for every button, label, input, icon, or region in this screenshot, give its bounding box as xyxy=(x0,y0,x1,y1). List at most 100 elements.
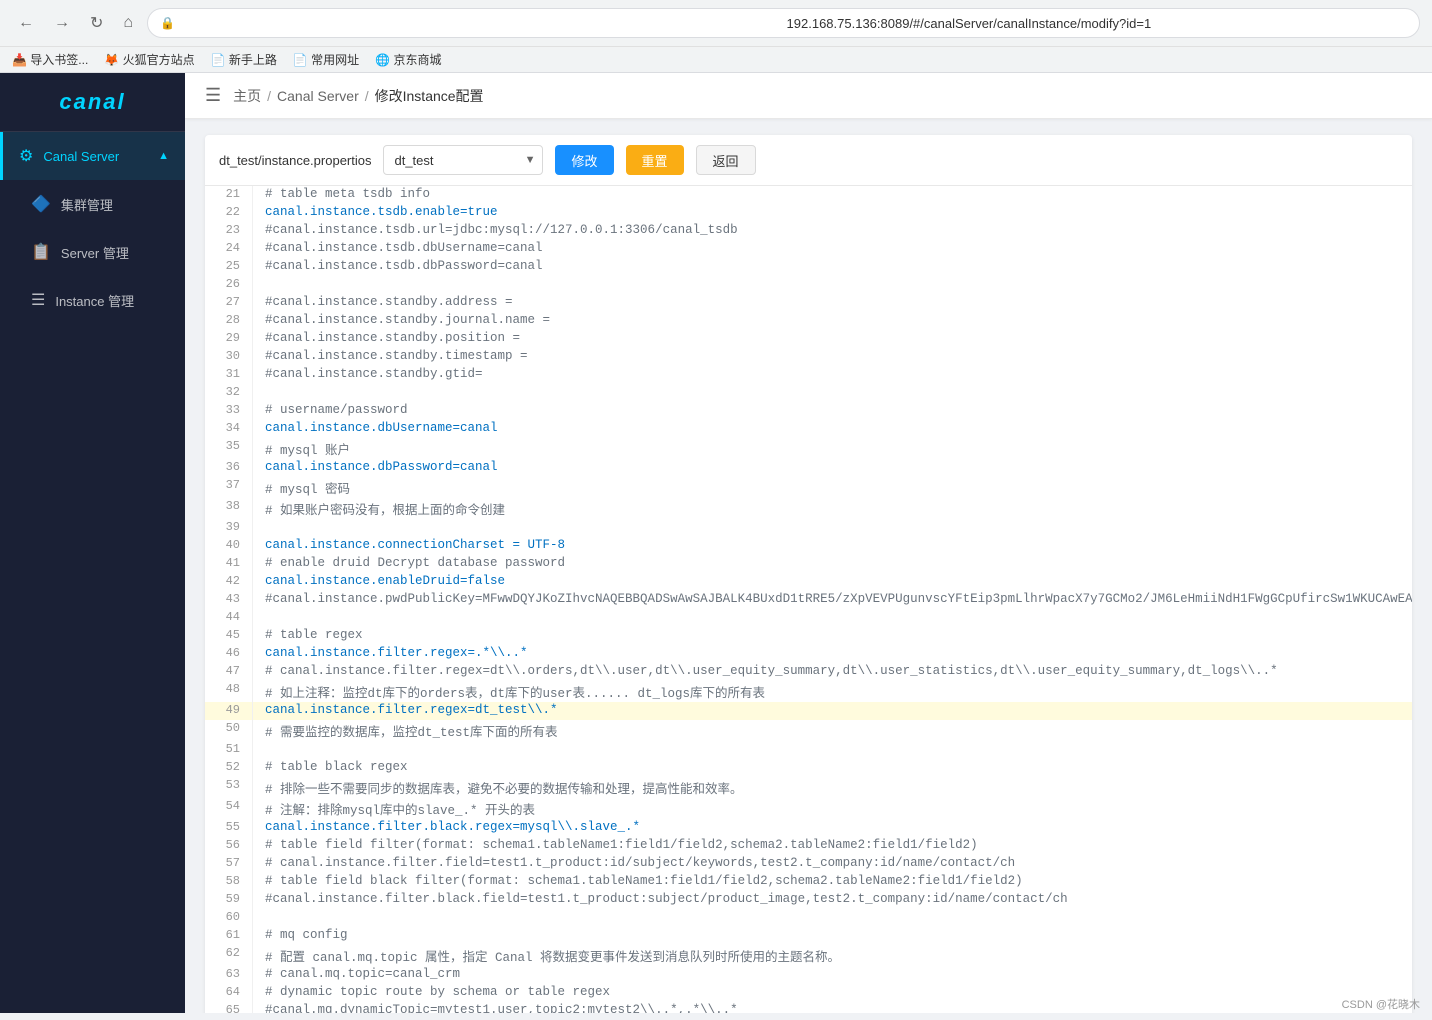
line-content: canal.instance.filter.black.regex=mysql\… xyxy=(253,819,1412,837)
home-button[interactable]: ⌂ xyxy=(117,12,139,34)
sidebar-item-instance[interactable]: ☰ Instance 管理 xyxy=(0,276,185,324)
table-row: 34canal.instance.dbUsername=canal xyxy=(205,420,1412,438)
table-row: 52# table black regex xyxy=(205,759,1412,777)
table-row: 49canal.instance.filter.regex=dt_test\\.… xyxy=(205,702,1412,720)
table-row: 40canal.instance.connectionCharset = UTF… xyxy=(205,537,1412,555)
bookmark-newuser[interactable]: 📄 新手上路 xyxy=(211,51,277,68)
line-content: #canal.instance.standby.journal.name = xyxy=(253,312,1412,330)
table-row: 45# table regex xyxy=(205,627,1412,645)
line-number: 60 xyxy=(205,909,253,927)
table-row: 54# 注解：排除mysql库中的slave_.* 开头的表 xyxy=(205,798,1412,819)
line-content: # canal.instance.filter.regex=dt\\.order… xyxy=(253,663,1412,681)
table-row: 26 xyxy=(205,276,1412,294)
line-number: 55 xyxy=(205,819,253,837)
browser-chrome: ← → ↻ ⌂ 🔒 192.168.75.136:8089/#/canalSer… xyxy=(0,0,1432,73)
line-number: 41 xyxy=(205,555,253,573)
line-content: # 排除一些不需要同步的数据库表，避免不必要的数据传输和处理，提高性能和效率。 xyxy=(253,777,1412,798)
breadcrumb-canal-server[interactable]: Canal Server xyxy=(277,88,359,104)
line-number: 53 xyxy=(205,777,253,798)
sidebar: canal ⚙ Canal Server ▲ 🔷 集群管理 📋 Server 管… xyxy=(0,73,185,1013)
server-icon: 📋 xyxy=(31,242,51,262)
sidebar-item-server[interactable]: 📋 Server 管理 xyxy=(0,228,185,276)
table-row: 44 xyxy=(205,609,1412,627)
forward-button[interactable]: → xyxy=(48,12,76,34)
line-content: # username/password xyxy=(253,402,1412,420)
select-wrapper: dt_test ▼ xyxy=(383,145,543,175)
canal-server-icon: ⚙ xyxy=(19,146,33,166)
line-content: # mysql 账户 xyxy=(253,438,1412,459)
line-number: 23 xyxy=(205,222,253,240)
instance-label: Instance 管理 xyxy=(55,291,134,310)
bookmark-import[interactable]: 📥 导入书签... xyxy=(12,51,88,68)
canal-server-arrow: ▲ xyxy=(158,150,169,162)
reset-button[interactable]: 重置 xyxy=(626,145,684,175)
instance-select[interactable]: dt_test xyxy=(383,145,543,175)
line-number: 63 xyxy=(205,966,253,984)
bookmark-jd[interactable]: 🌐 京东商城 xyxy=(375,51,441,68)
modify-button[interactable]: 修改 xyxy=(555,145,613,175)
line-content: # 如果账户密码没有，根据上面的命令创建 xyxy=(253,498,1412,519)
line-number: 30 xyxy=(205,348,253,366)
config-file-title: dt_test/instance.propertios xyxy=(219,153,371,168)
line-number: 34 xyxy=(205,420,253,438)
table-row: 25#canal.instance.tsdb.dbPassword=canal xyxy=(205,258,1412,276)
line-number: 32 xyxy=(205,384,253,402)
table-row: 35# mysql 账户 xyxy=(205,438,1412,459)
line-content: # mysql 密码 xyxy=(253,477,1412,498)
table-row: 33# username/password xyxy=(205,402,1412,420)
sidebar-item-cluster[interactable]: 🔷 集群管理 xyxy=(0,180,185,228)
line-content: #canal.instance.standby.timestamp = xyxy=(253,348,1412,366)
line-content: #canal.instance.pwdPublicKey=MFwwDQYJKoZ… xyxy=(253,591,1412,609)
table-row: 37# mysql 密码 xyxy=(205,477,1412,498)
line-number: 21 xyxy=(205,186,253,204)
line-content: canal.instance.tsdb.enable=true xyxy=(253,204,1412,222)
back-button[interactable]: 返回 xyxy=(696,145,756,175)
line-content: # 需要监控的数据库，监控dt_test库下面的所有表 xyxy=(253,720,1412,741)
line-number: 28 xyxy=(205,312,253,330)
line-number: 27 xyxy=(205,294,253,312)
cluster-label: 集群管理 xyxy=(61,195,113,214)
line-number: 48 xyxy=(205,681,253,702)
table-row: 65#canal.mq.dynamicTopic=mytest1.user,to… xyxy=(205,1002,1412,1013)
bookmark-firefox[interactable]: 🦊 火狐官方站点 xyxy=(104,51,194,68)
line-number: 24 xyxy=(205,240,253,258)
line-content: # enable druid Decrypt database password xyxy=(253,555,1412,573)
line-content: # table regex xyxy=(253,627,1412,645)
line-number: 45 xyxy=(205,627,253,645)
back-button[interactable]: ← xyxy=(12,12,40,34)
table-row: 22canal.instance.tsdb.enable=true xyxy=(205,204,1412,222)
line-number: 50 xyxy=(205,720,253,741)
cluster-icon: 🔷 xyxy=(31,194,51,214)
line-number: 38 xyxy=(205,498,253,519)
line-content: canal.instance.dbPassword=canal xyxy=(253,459,1412,477)
line-number: 57 xyxy=(205,855,253,873)
main-content: ☰ 主页 / Canal Server / 修改Instance配置 dt_te… xyxy=(185,73,1432,1013)
line-content: #canal.instance.tsdb.dbUsername=canal xyxy=(253,240,1412,258)
line-number: 61 xyxy=(205,927,253,945)
line-number: 29 xyxy=(205,330,253,348)
instance-icon: ☰ xyxy=(31,290,45,310)
line-content: # canal.instance.filter.field=test1.t_pr… xyxy=(253,855,1412,873)
line-number: 54 xyxy=(205,798,253,819)
canal-server-label: Canal Server xyxy=(43,149,119,164)
table-row: 53# 排除一些不需要同步的数据库表，避免不必要的数据传输和处理，提高性能和效率… xyxy=(205,777,1412,798)
table-row: 63# canal.mq.topic=canal_crm xyxy=(205,966,1412,984)
sidebar-item-canal-server[interactable]: ⚙ Canal Server ▲ xyxy=(0,132,185,180)
breadcrumb-home[interactable]: 主页 xyxy=(233,86,261,106)
hamburger-button[interactable]: ☰ xyxy=(205,85,221,106)
address-bar[interactable]: 🔒 192.168.75.136:8089/#/canalServer/cana… xyxy=(147,8,1420,38)
table-row: 36canal.instance.dbPassword=canal xyxy=(205,459,1412,477)
line-content: canal.instance.enableDruid=false xyxy=(253,573,1412,591)
line-number: 46 xyxy=(205,645,253,663)
reload-button[interactable]: ↻ xyxy=(84,11,109,35)
line-number: 58 xyxy=(205,873,253,891)
line-content xyxy=(253,609,1412,627)
line-content: # 配置 canal.mq.topic 属性，指定 Canal 将数据变更事件发… xyxy=(253,945,1412,966)
table-row: 43#canal.instance.pwdPublicKey=MFwwDQYJK… xyxy=(205,591,1412,609)
line-content: canal.instance.filter.regex=.*\\..* xyxy=(253,645,1412,663)
config-panel: dt_test/instance.propertios dt_test ▼ 修改… xyxy=(205,135,1412,1013)
line-number: 37 xyxy=(205,477,253,498)
code-editor[interactable]: 21# table meta tsdb info22canal.instance… xyxy=(205,186,1412,1013)
bookmark-common[interactable]: 📄 常用网址 xyxy=(293,51,359,68)
line-content: # 如上注释：监控dt库下的orders表，dt库下的user表...... d… xyxy=(253,681,1412,702)
